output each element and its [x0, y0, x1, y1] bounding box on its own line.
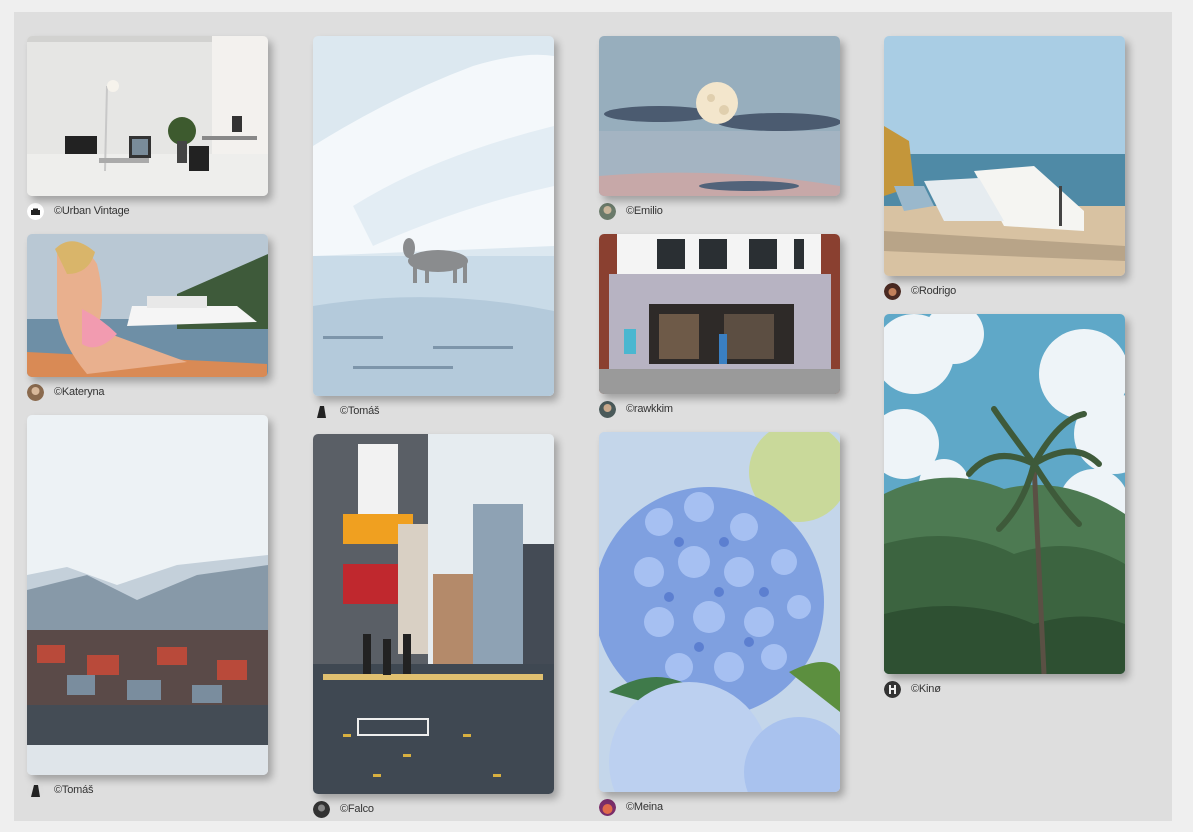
gallery-column-1: ©Urban Vintage ©Kateryna ©Tomáš: [27, 36, 268, 813]
photographer-name[interactable]: ©Tomáš: [54, 784, 94, 796]
gallery-panel: ©Urban Vintage ©Kateryna ©Tomáš ©Tomáš ©…: [14, 12, 1172, 821]
photo-credit: ©Falco: [313, 799, 554, 819]
photo-credit: ©Tomáš: [27, 780, 268, 800]
photo-credit: ©Urban Vintage: [27, 201, 268, 221]
photographer-name[interactable]: ©Kateryna: [54, 386, 105, 398]
photo-image[interactable]: [27, 234, 268, 377]
portrait-avatar[interactable]: [27, 781, 44, 799]
photo-image[interactable]: [313, 434, 554, 794]
photographer-name[interactable]: ©Tomáš: [340, 405, 380, 417]
photo-card[interactable]: ©Tomáš: [27, 415, 268, 800]
portrait-avatar[interactable]: [884, 282, 901, 300]
portrait-avatar[interactable]: [313, 402, 330, 420]
photo-image[interactable]: [599, 36, 840, 196]
photo-card[interactable]: ©Tomáš: [313, 36, 554, 421]
gallery-column-4: ©Rodrigo ©Kinø: [884, 36, 1125, 712]
photo-credit: ©Kinø: [884, 679, 1125, 699]
photographer-name[interactable]: ©Urban Vintage: [54, 205, 130, 217]
photo-credit: ©Rodrigo: [884, 281, 1125, 301]
photo-image[interactable]: [313, 36, 554, 396]
gallery-column-3: ©Emilio ©rawkkim ©Meina: [599, 36, 840, 830]
photo-card[interactable]: ©Rodrigo: [884, 36, 1125, 301]
logo-avatar[interactable]: [884, 680, 901, 698]
photo-image[interactable]: [884, 314, 1125, 674]
portrait-avatar[interactable]: [313, 800, 330, 818]
photo-image[interactable]: [599, 432, 840, 792]
portrait-avatar[interactable]: [27, 383, 44, 401]
photographer-name[interactable]: ©Emilio: [626, 205, 663, 217]
photo-credit: ©rawkkim: [599, 399, 840, 419]
photo-card[interactable]: ©Falco: [313, 434, 554, 819]
photographer-name[interactable]: ©Kinø: [911, 683, 941, 695]
photographer-name[interactable]: ©Rodrigo: [911, 285, 956, 297]
photo-credit: ©Kateryna: [27, 382, 268, 402]
photo-card[interactable]: ©Kinø: [884, 314, 1125, 699]
photo-credit: ©Meina: [599, 797, 840, 817]
photo-image[interactable]: [599, 234, 840, 394]
photographer-name[interactable]: ©Meina: [626, 801, 663, 813]
photo-card[interactable]: ©Emilio: [599, 36, 840, 221]
photo-image[interactable]: [27, 415, 268, 775]
photographer-name[interactable]: ©Falco: [340, 803, 374, 815]
photo-image[interactable]: [884, 36, 1125, 276]
portrait-avatar[interactable]: [599, 798, 616, 816]
photo-image[interactable]: [27, 36, 268, 196]
camera-logo-icon[interactable]: [27, 202, 44, 220]
gallery-column-2: ©Tomáš ©Falco: [313, 36, 554, 832]
photo-card[interactable]: ©Meina: [599, 432, 840, 817]
photo-card[interactable]: ©rawkkim: [599, 234, 840, 419]
photo-credit: ©Tomáš: [313, 401, 554, 421]
photo-credit: ©Emilio: [599, 201, 840, 221]
photographer-name[interactable]: ©rawkkim: [626, 403, 673, 415]
portrait-avatar[interactable]: [599, 400, 616, 418]
portrait-avatar[interactable]: [599, 202, 616, 220]
photo-card[interactable]: ©Urban Vintage: [27, 36, 268, 221]
photo-card[interactable]: ©Kateryna: [27, 234, 268, 402]
